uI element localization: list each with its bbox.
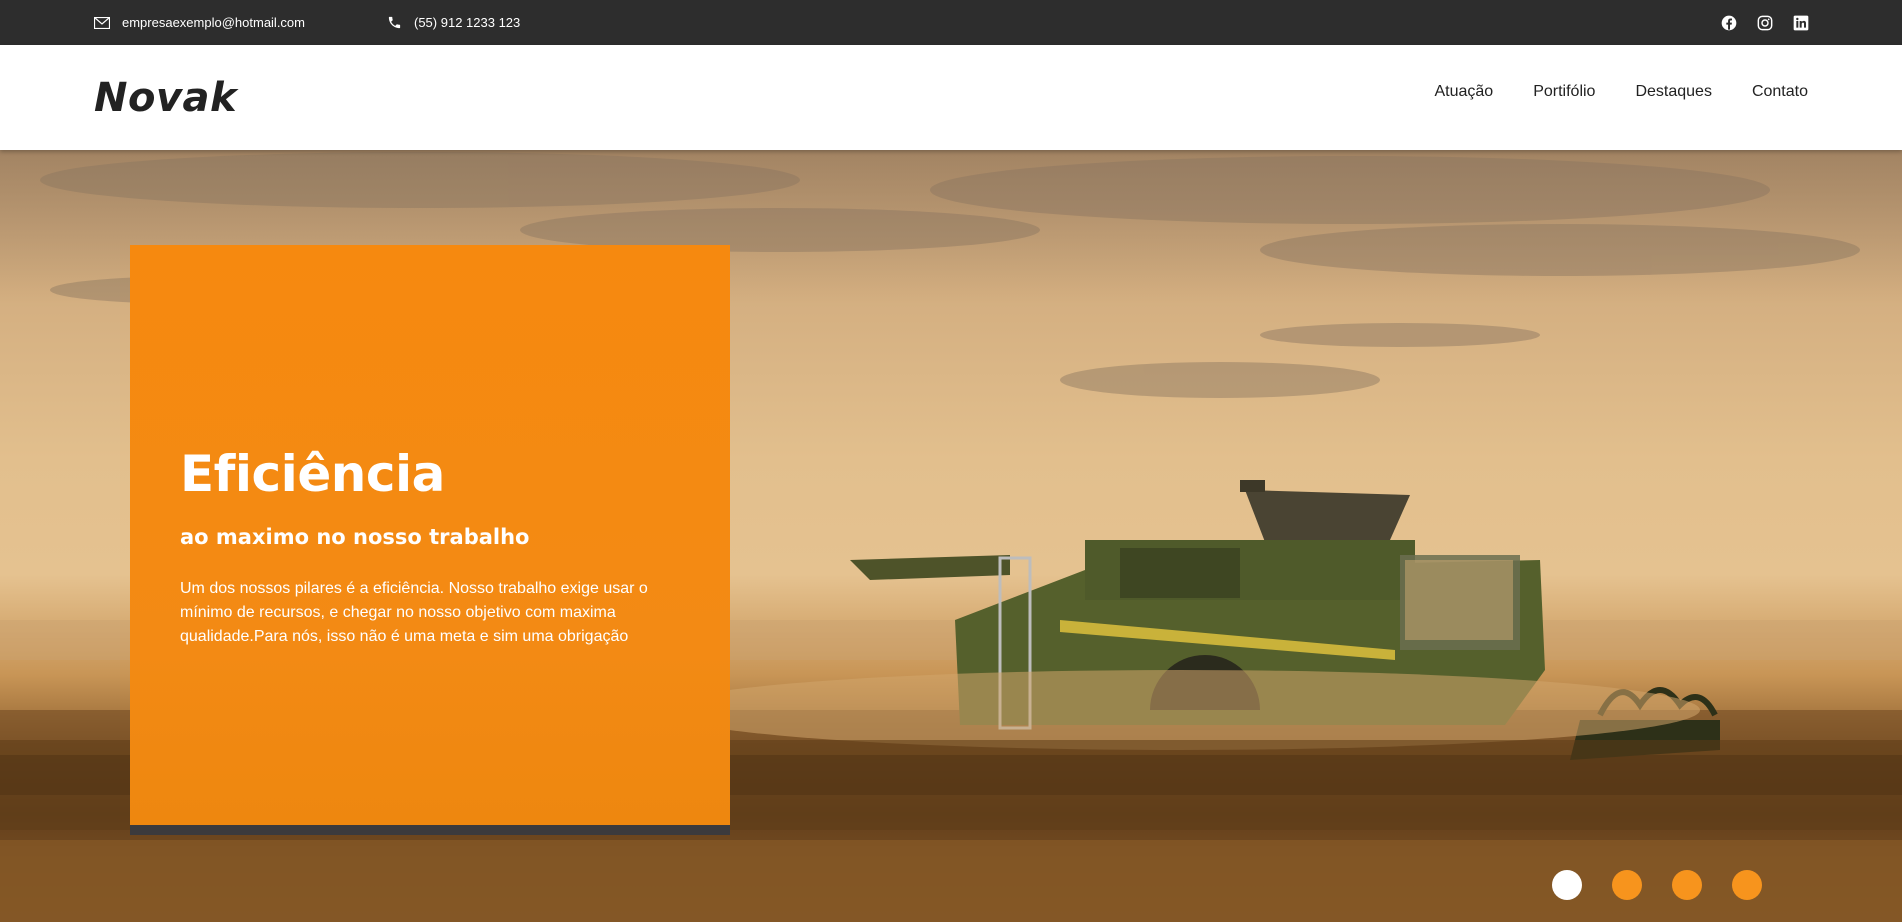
slider-dot-3[interactable] <box>1672 870 1702 900</box>
hero-banner: Eficiência ao maximo no nosso trabalho U… <box>0 150 1902 922</box>
slider-dot-1[interactable] <box>1552 870 1582 900</box>
mail-icon <box>94 16 110 29</box>
nav-item-destaques[interactable]: Destaques <box>1635 83 1712 101</box>
instagram-icon[interactable] <box>1756 14 1774 32</box>
hero-description: Um dos nossos pilares é a eficiência. No… <box>180 580 648 645</box>
site-header: Novak Atuação Portifólio Destaques Conta… <box>0 45 1902 150</box>
top-bar: empresaexemplo@hotmail.com (55) 912 1233… <box>0 0 1902 45</box>
phone-contact[interactable]: (55) 912 1233 123 <box>387 0 520 45</box>
hero-subtitle: ao maximo no nosso trabalho <box>180 525 530 549</box>
email-text: empresaexemplo@hotmail.com <box>122 15 305 30</box>
hero-card: Eficiência ao maximo no nosso trabalho U… <box>130 245 730 835</box>
nav-item-atuacao[interactable]: Atuação <box>1434 83 1493 101</box>
phone-icon <box>388 16 401 29</box>
social-links <box>1720 0 1810 45</box>
hero-title: Eficiência <box>180 445 445 503</box>
facebook-icon[interactable] <box>1720 14 1738 32</box>
slider-dots <box>1552 870 1762 900</box>
slider-dot-2[interactable] <box>1612 870 1642 900</box>
main-nav: Atuação Portifólio Destaques Contato <box>1434 83 1808 101</box>
nav-item-contato[interactable]: Contato <box>1752 83 1808 101</box>
logo[interactable]: Novak <box>94 75 237 121</box>
linkedin-icon[interactable] <box>1792 14 1810 32</box>
nav-item-portifolio[interactable]: Portifólio <box>1533 83 1595 101</box>
phone-text: (55) 912 1233 123 <box>414 15 521 30</box>
slider-dot-4[interactable] <box>1732 870 1762 900</box>
email-contact[interactable]: empresaexemplo@hotmail.com <box>94 0 305 45</box>
